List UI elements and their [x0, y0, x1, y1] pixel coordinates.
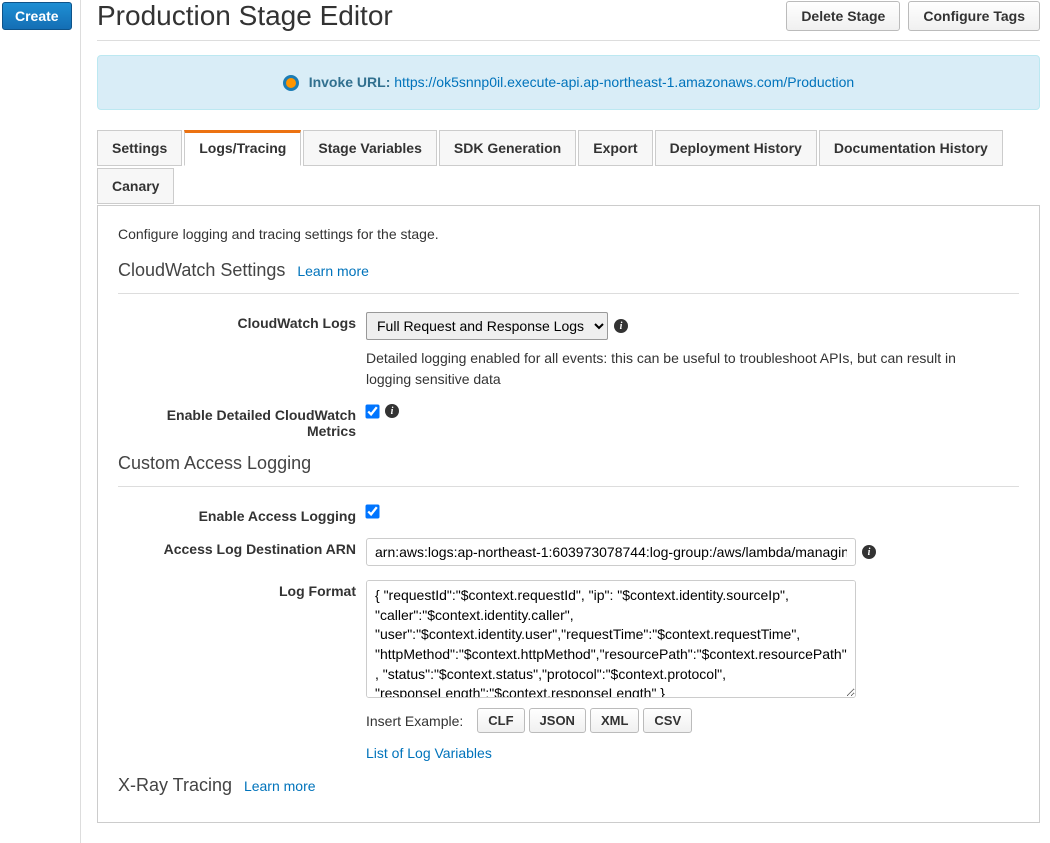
cloudwatch-logs-label: CloudWatch Logs	[118, 312, 366, 331]
access-log-arn-label: Access Log Destination ARN	[118, 538, 366, 557]
stage-description: Configure logging and tracing settings f…	[118, 226, 1019, 242]
tab-documentation-history[interactable]: Documentation History	[819, 130, 1003, 166]
configure-tags-button[interactable]: Configure Tags	[908, 1, 1040, 31]
detailed-metrics-checkbox[interactable]	[365, 404, 379, 418]
insert-example-label: Insert Example:	[366, 713, 463, 729]
invoke-url-panel: Invoke URL: https://ok5snnp0il.execute-a…	[97, 55, 1040, 110]
create-button[interactable]: Create	[2, 2, 72, 30]
tab-stage-variables[interactable]: Stage Variables	[303, 130, 437, 166]
enable-access-logging-checkbox[interactable]	[365, 505, 379, 519]
format-json-button[interactable]: JSON	[529, 708, 586, 733]
log-format-label: Log Format	[118, 580, 366, 599]
divider	[97, 40, 1040, 41]
cloudwatch-settings-heading: CloudWatch Settings	[118, 260, 285, 281]
custom-access-logging-heading: Custom Access Logging	[118, 453, 311, 474]
delete-stage-button[interactable]: Delete Stage	[786, 1, 900, 31]
tab-logs-tracing[interactable]: Logs/Tracing	[184, 130, 301, 166]
cloudwatch-learn-more-link[interactable]: Learn more	[297, 263, 369, 279]
info-icon[interactable]: i	[614, 319, 628, 333]
tab-export[interactable]: Export	[578, 130, 652, 166]
access-log-arn-input[interactable]	[366, 538, 856, 566]
cloudwatch-logs-help: Detailed logging enabled for all events:…	[366, 348, 966, 390]
info-icon[interactable]: i	[385, 404, 399, 418]
format-xml-button[interactable]: XML	[590, 708, 639, 733]
divider	[118, 486, 1019, 487]
invoke-url-link[interactable]: https://ok5snnp0il.execute-api.ap-northe…	[394, 74, 854, 90]
tab-canary[interactable]: Canary	[97, 168, 174, 204]
divider	[118, 293, 1019, 294]
tab-sdk-generation[interactable]: SDK Generation	[439, 130, 576, 166]
enable-access-logging-label: Enable Access Logging	[118, 505, 366, 524]
page-title: Production Stage Editor	[97, 0, 393, 32]
list-of-log-variables-link[interactable]: List of Log Variables	[366, 745, 1019, 761]
xray-learn-more-link[interactable]: Learn more	[244, 778, 316, 794]
tab-list: Settings Logs/Tracing Stage Variables SD…	[97, 130, 1040, 206]
record-icon	[283, 75, 299, 91]
invoke-url-label: Invoke URL:	[309, 74, 391, 90]
xray-tracing-heading: X-Ray Tracing	[118, 775, 232, 796]
format-clf-button[interactable]: CLF	[477, 708, 524, 733]
cloudwatch-logs-select[interactable]: Full Request and Response Logs	[366, 312, 608, 340]
tab-deployment-history[interactable]: Deployment History	[655, 130, 817, 166]
detailed-metrics-label: Enable Detailed CloudWatch Metrics	[118, 404, 366, 439]
tab-settings[interactable]: Settings	[97, 130, 182, 166]
log-format-textarea[interactable]	[366, 580, 856, 698]
info-icon[interactable]: i	[862, 545, 876, 559]
format-csv-button[interactable]: CSV	[643, 708, 692, 733]
